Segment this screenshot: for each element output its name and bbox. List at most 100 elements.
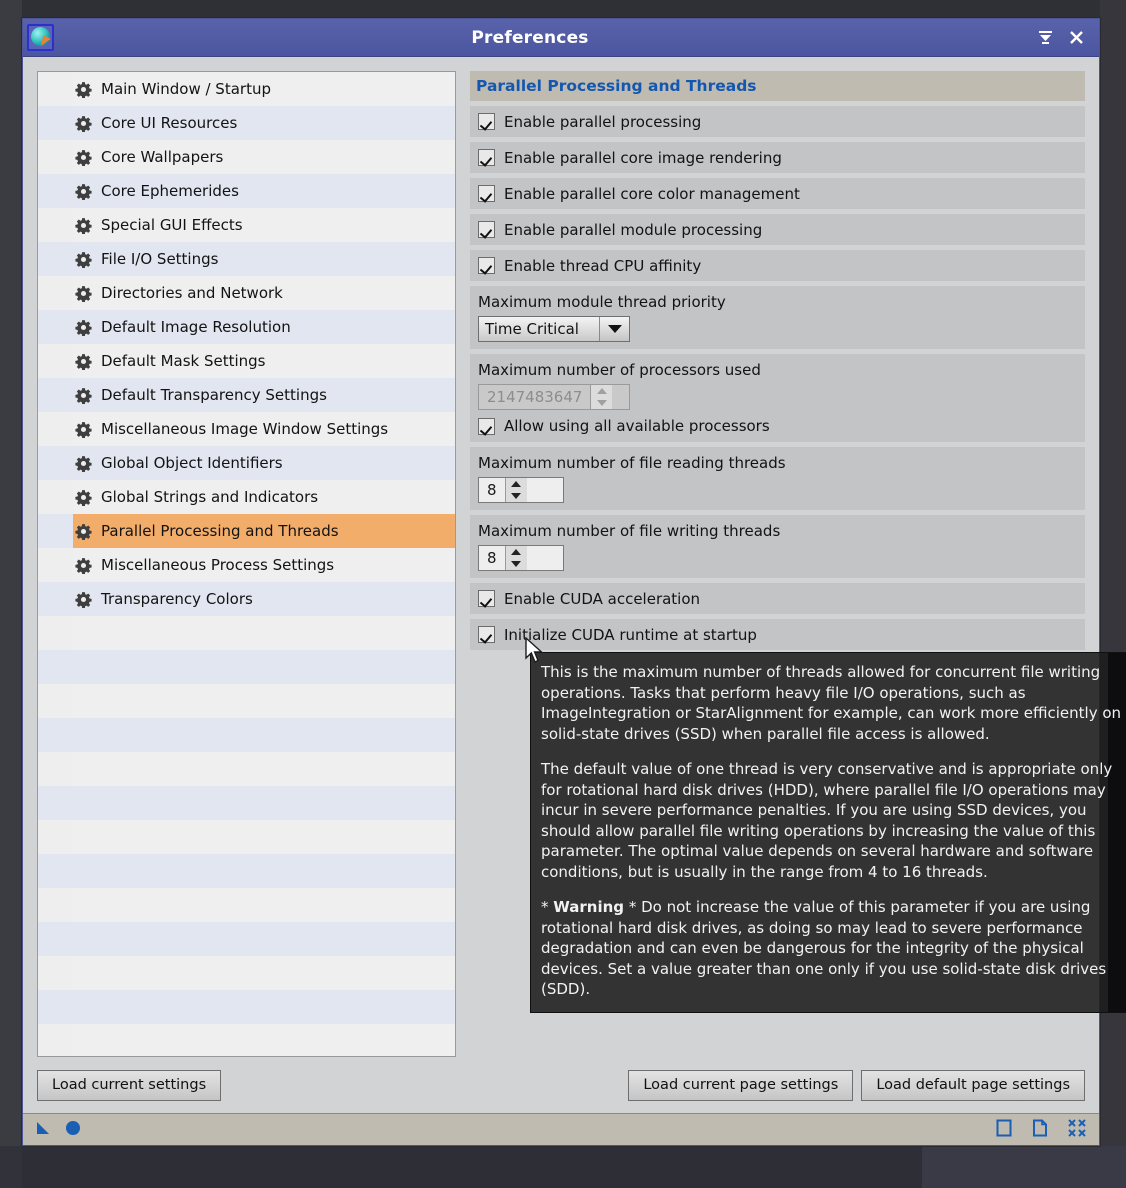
titlebar-buttons (1037, 29, 1085, 46)
panel-header: Parallel Processing and Threads (470, 71, 1085, 101)
setting-row-enable-cuda-acceleration[interactable]: Enable CUDA acceleration (470, 583, 1085, 614)
sidebar-item-core-ephemerides[interactable]: Core Ephemerides (38, 174, 455, 208)
setting-row-initialize-cuda-runtime-at-startup[interactable]: Initialize CUDA runtime at startup (470, 619, 1085, 650)
sidebar-item-label: File I/O Settings (101, 250, 219, 268)
gear-icon (75, 387, 92, 404)
sidebar-item-label: Default Transparency Settings (101, 386, 327, 404)
checkbox-box[interactable] (478, 417, 495, 435)
sidebar-empty-row (38, 888, 455, 922)
sidebar-item-file-i-o-settings[interactable]: File I/O Settings (38, 242, 455, 276)
sidebar-item-default-image-resolution[interactable]: Default Image Resolution (38, 310, 455, 344)
file-reading-threads-value: 8 (487, 481, 497, 499)
checkbox-label: Enable thread CPU affinity (504, 256, 702, 275)
checkbox-box[interactable] (478, 626, 495, 643)
stepper-up-icon (591, 385, 612, 397)
sidebar-item-label: Special GUI Effects (101, 216, 243, 234)
thread-priority-value: Time Critical (485, 320, 579, 338)
gear-icon (75, 251, 92, 268)
sidebar-item-default-mask-settings[interactable]: Default Mask Settings (38, 344, 455, 378)
collapse-arrows-icon[interactable] (1067, 1118, 1087, 1142)
load-default-page-settings-button[interactable]: Load default page settings (861, 1069, 1085, 1101)
sidebar-item-miscellaneous-image-window-settings[interactable]: Miscellaneous Image Window Settings (38, 412, 455, 446)
stepper-down-icon[interactable] (506, 558, 527, 570)
file-reading-threads-label: Maximum number of file reading threads (478, 454, 786, 472)
file-writing-threads-value: 8 (487, 549, 497, 567)
triangle-pointer-icon[interactable] (35, 1120, 51, 1140)
sidebar-empty-row (38, 684, 455, 718)
setting-row-enable-parallel-module-processing[interactable]: Enable parallel module processing (470, 214, 1085, 245)
allow-all-processors-row[interactable]: Allow using all available processors (478, 417, 1077, 435)
sidebar-empty-row (38, 1024, 455, 1056)
preferences-category-list[interactable]: Main Window / Startup Core UI Resources Co… (37, 71, 456, 1057)
tree-indent (38, 582, 73, 616)
sidebar-item-label: Default Image Resolution (101, 318, 291, 336)
tree-indent (38, 310, 73, 344)
file-reading-threads-stepper[interactable]: 8 (478, 477, 564, 503)
setting-row-file-reading-threads: Maximum number of file reading threads 8 (470, 447, 1085, 510)
tooltip-paragraph-2: The default value of one thread is very … (541, 760, 1113, 881)
stepper-down-icon[interactable] (506, 490, 527, 502)
sidebar-item-label: Miscellaneous Image Window Settings (101, 420, 389, 438)
sidebar-item-global-object-identifiers[interactable]: Global Object Identifiers (38, 446, 455, 480)
sidebar-item-label: Miscellaneous Process Settings (101, 556, 335, 574)
circle-icon[interactable] (65, 1120, 81, 1140)
tree-indent (38, 514, 73, 548)
tree-indent (38, 276, 73, 310)
sidebar-item-special-gui-effects[interactable]: Special GUI Effects (38, 208, 455, 242)
sidebar-item-global-strings-and-indicators[interactable]: Global Strings and Indicators (38, 480, 455, 514)
tree-indent (38, 72, 73, 106)
sidebar-empty-row (38, 922, 455, 956)
gear-icon (75, 115, 92, 132)
sidebar-item-parallel-processing-and-threads[interactable]: Parallel Processing and Threads (38, 514, 455, 548)
checkbox-box[interactable] (478, 149, 495, 166)
stepper-up-icon[interactable] (506, 546, 527, 558)
tooltip-popup: This is the maximum number of threads al… (530, 652, 1126, 1013)
sidebar-item-core-ui-resources[interactable]: Core UI Resources (38, 106, 455, 140)
checkbox-label: Initialize CUDA runtime at startup (504, 625, 757, 644)
sidebar-item-main-window-startup[interactable]: Main Window / Startup (38, 72, 455, 106)
sidebar-item-directories-and-network[interactable]: Directories and Network (38, 276, 455, 310)
gear-icon (75, 455, 92, 472)
tree-indent (38, 412, 73, 446)
setting-row-file-writing-threads: Maximum number of file writing threads 8 (470, 515, 1085, 578)
load-current-page-settings-button[interactable]: Load current page settings (628, 1069, 854, 1101)
setting-row-enable-parallel-processing[interactable]: Enable parallel processing (470, 106, 1085, 137)
sidebar-empty-row (38, 854, 455, 888)
sidebar-item-transparency-colors[interactable]: Transparency Colors (38, 582, 455, 616)
sidebar-empty-row (38, 650, 455, 684)
gear-icon (75, 183, 92, 200)
checkbox-box[interactable] (478, 221, 495, 238)
max-processors-label: Maximum number of processors used (478, 361, 761, 379)
status-bar (23, 1113, 1099, 1145)
load-current-settings-button[interactable]: Load current settings (37, 1069, 222, 1101)
setting-row-enable-parallel-core-color-management[interactable]: Enable parallel core color management (470, 178, 1085, 209)
sidebar-item-label: Core Ephemerides (101, 182, 239, 200)
sidebar-item-label: Core Wallpapers (101, 148, 224, 166)
chevron-down-icon[interactable] (599, 317, 629, 341)
setting-row-enable-parallel-core-image-rendering[interactable]: Enable parallel core image rendering (470, 142, 1085, 173)
panel-rows: Enable parallel processing Enable paralle… (470, 106, 1085, 655)
checkbox-box[interactable] (478, 113, 495, 130)
sidebar-empty-row (38, 990, 455, 1024)
sidebar-item-core-wallpapers[interactable]: Core Wallpapers (38, 140, 455, 174)
close-icon[interactable] (1068, 29, 1085, 46)
square-icon[interactable] (995, 1119, 1013, 1141)
document-icon[interactable] (1031, 1119, 1049, 1141)
tree-indent (38, 106, 73, 140)
checkbox-box[interactable] (478, 257, 495, 274)
sidebar-item-default-transparency-settings[interactable]: Default Transparency Settings (38, 378, 455, 412)
sidebar-item-miscellaneous-process-settings[interactable]: Miscellaneous Process Settings (38, 548, 455, 582)
checkbox-box[interactable] (478, 590, 495, 607)
tree-indent (38, 208, 73, 242)
setting-row-max-processors: Maximum number of processors used 2147483… (470, 354, 1085, 442)
collapse-icon[interactable] (1037, 29, 1054, 46)
stepper-up-icon[interactable] (506, 478, 527, 490)
checkbox-box[interactable] (478, 185, 495, 202)
checkbox-label: Enable CUDA acceleration (504, 589, 701, 608)
sidebar-item-label: Transparency Colors (101, 590, 253, 608)
file-writing-threads-label: Maximum number of file writing threads (478, 522, 781, 540)
file-writing-threads-stepper[interactable]: 8 (478, 545, 564, 571)
checkbox-label: Enable parallel core color management (504, 184, 800, 203)
thread-priority-select[interactable]: Time Critical (478, 316, 630, 342)
setting-row-enable-thread-cpu-affinity[interactable]: Enable thread CPU affinity (470, 250, 1085, 281)
